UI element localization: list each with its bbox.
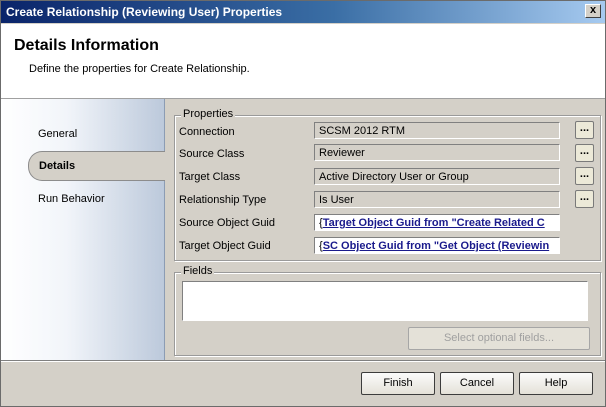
connection-browse-button[interactable]: ...	[575, 121, 594, 139]
cancel-button[interactable]: Cancel	[440, 372, 514, 395]
properties-dialog: Create Relationship (Reviewing User) Pro…	[0, 0, 606, 407]
select-optional-fields-button[interactable]: Select optional fields...	[408, 327, 590, 350]
finish-button[interactable]: Finish	[361, 372, 435, 395]
source-class-browse-button[interactable]: ...	[575, 144, 594, 162]
target-object-guid-label: Target Object Guid	[179, 240, 271, 252]
relationship-type-value: Is User	[319, 194, 354, 206]
target-class-browse-button[interactable]: ...	[575, 167, 594, 185]
source-class-value: Reviewer	[319, 147, 365, 159]
left-nav: General Details Run Behavior	[1, 99, 165, 360]
page-title: Details Information	[14, 37, 159, 54]
target-class-value: Active Directory User or Group	[319, 171, 469, 183]
relationship-type-field: Is User	[314, 191, 560, 208]
nav-item-details[interactable]: Details	[28, 151, 165, 181]
source-class-field: Reviewer	[314, 144, 560, 161]
fields-list[interactable]	[182, 281, 588, 321]
connection-label: Connection	[179, 126, 235, 138]
close-button[interactable]: x	[585, 4, 601, 18]
source-object-guid-field[interactable]: {Target Object Guid from "Create Related…	[314, 214, 560, 231]
properties-group: Properties Connection SCSM 2012 RTM ... …	[174, 108, 601, 261]
title-bar[interactable]: Create Relationship (Reviewing User) Pro…	[1, 1, 605, 23]
bottom-divider	[1, 360, 605, 362]
target-class-label: Target Class	[179, 171, 241, 183]
header-panel: Details Information Define the propertie…	[1, 24, 605, 99]
content-area: Properties Connection SCSM 2012 RTM ... …	[165, 99, 605, 360]
relationship-type-browse-button[interactable]: ...	[575, 190, 594, 208]
target-class-field: Active Directory User or Group	[314, 168, 560, 185]
help-button[interactable]: Help	[519, 372, 593, 395]
relationship-type-label: Relationship Type	[179, 194, 267, 206]
source-object-guid-value[interactable]: Target Object Guid from "Create Related …	[323, 217, 545, 229]
connection-field: SCSM 2012 RTM	[314, 122, 560, 139]
window-title: Create Relationship (Reviewing User) Pro…	[6, 5, 283, 19]
nav-item-general[interactable]: General	[38, 128, 77, 140]
source-object-guid-label: Source Object Guid	[179, 217, 275, 229]
target-object-guid-value[interactable]: SC Object Guid from "Get Object (Reviewi…	[323, 240, 549, 252]
nav-item-run-behavior[interactable]: Run Behavior	[38, 193, 105, 205]
close-icon: x	[589, 4, 597, 16]
source-class-label: Source Class	[179, 148, 245, 160]
page-subtitle: Define the properties for Create Relatio…	[29, 63, 250, 75]
connection-value: SCSM 2012 RTM	[319, 125, 405, 137]
target-object-guid-field[interactable]: {SC Object Guid from "Get Object (Review…	[314, 237, 560, 254]
properties-group-label: Properties	[181, 108, 236, 120]
fields-group-label: Fields	[181, 265, 215, 277]
